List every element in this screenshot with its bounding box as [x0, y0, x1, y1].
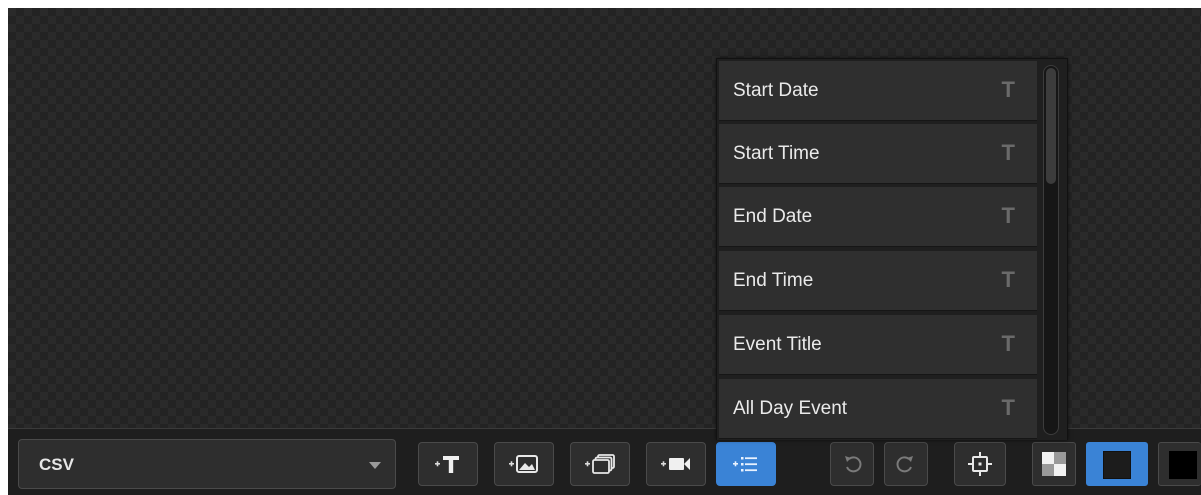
frame-icon	[968, 452, 992, 476]
add-video-icon	[661, 458, 690, 470]
chevron-down-icon	[369, 462, 381, 469]
text-type-icon: T	[1001, 203, 1015, 228]
field-label: End Time	[733, 270, 814, 291]
undo-icon	[845, 456, 862, 473]
redo-button[interactable]	[884, 442, 928, 486]
field-label: Start Date	[733, 80, 819, 101]
data-field-menu: Start Date T Start Time T End Date T End…	[716, 58, 1068, 440]
add-text-icon	[435, 456, 459, 473]
field-item-start-date[interactable]: Start Date T	[719, 61, 1037, 121]
field-menu-scrollbar[interactable]	[1043, 65, 1059, 435]
data-source-value: CSV	[39, 455, 74, 474]
field-label: All Day Event	[733, 398, 848, 419]
text-type-icon: T	[1001, 331, 1015, 356]
add-video-button[interactable]	[646, 442, 706, 486]
add-text-button[interactable]	[418, 442, 478, 486]
dark-square-icon	[1103, 451, 1131, 479]
scrollbar-thumb[interactable]	[1046, 68, 1056, 184]
field-item-start-time[interactable]: Start Time T	[719, 124, 1037, 184]
field-label: Start Time	[733, 143, 820, 164]
checkerboard-icon	[1042, 452, 1066, 476]
field-item-end-date[interactable]: End Date T	[719, 187, 1037, 247]
text-type-icon: T	[1001, 77, 1015, 102]
black-background-swatch[interactable]	[1158, 442, 1201, 486]
fit-to-frame-button[interactable]	[954, 442, 1006, 486]
redo-icon	[896, 456, 913, 473]
text-type-icon: T	[1001, 395, 1015, 420]
text-type-icon: T	[1001, 267, 1015, 292]
field-label: Event Title	[733, 334, 822, 355]
field-item-all-day-event[interactable]: All Day Event T	[719, 379, 1037, 439]
black-square-icon	[1169, 451, 1197, 479]
transparent-background-swatch[interactable]	[1032, 442, 1076, 486]
add-image-button[interactable]	[494, 442, 554, 486]
field-label: End Date	[733, 206, 813, 227]
add-slideshow-icon	[585, 454, 615, 474]
undo-button[interactable]	[830, 442, 874, 486]
text-type-icon: T	[1001, 140, 1015, 165]
dark-background-swatch[interactable]	[1086, 442, 1148, 486]
data-source-dropdown[interactable]: CSV	[18, 439, 396, 489]
field-item-event-title[interactable]: Event Title T	[719, 315, 1037, 375]
field-item-end-time[interactable]: End Time T	[719, 251, 1037, 311]
add-list-icon	[733, 457, 757, 472]
add-data-field-button[interactable]	[716, 442, 776, 486]
add-slideshow-button[interactable]	[570, 442, 630, 486]
add-image-icon	[509, 455, 538, 473]
